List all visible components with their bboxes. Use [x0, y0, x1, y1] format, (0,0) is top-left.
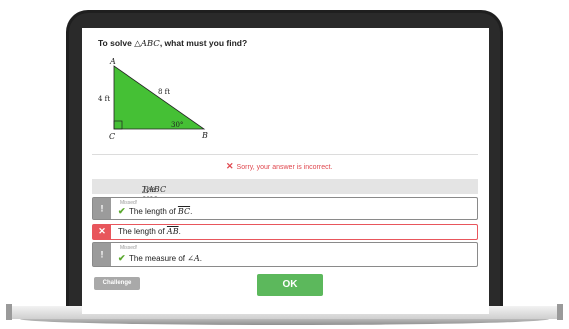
laptop-base-foot — [20, 319, 549, 325]
answer-option-bc-label: The length of BC. — [129, 207, 193, 216]
missed-flag: ! — [93, 198, 111, 219]
question-math: △ABC — [134, 39, 160, 49]
ok-button[interactable]: OK — [257, 274, 323, 296]
feedback-message: ✕ Sorry, your answer is incorrect. — [226, 161, 333, 172]
answer-option-area[interactable]: The area of △ABC. — [92, 179, 478, 212]
close-icon: ✕ — [226, 161, 234, 171]
feedback-text: Sorry, your answer is incorrect. — [236, 164, 333, 171]
check-icon: ✔ — [118, 206, 126, 216]
answer-option-angle-a[interactable]: ! Missed! ✔ The measure of ∠A. — [92, 242, 478, 267]
wrong-flag: ✕ — [93, 225, 111, 239]
screen: To solve △ABC, what must you find? A C B… — [82, 28, 489, 314]
laptop-base-edge-right — [557, 304, 563, 320]
vertex-c-label: C — [109, 132, 115, 141]
missed-flag: ! — [93, 243, 111, 266]
divider — [92, 154, 478, 155]
vertex-b-label: B — [201, 131, 208, 140]
question-suffix: , what must you find? — [159, 38, 248, 48]
answer-option-angle-a-label: The measure of ∠A. — [129, 254, 202, 263]
challenge-button[interactable]: Challenge — [94, 277, 140, 290]
check-icon: ✔ — [118, 253, 126, 263]
angle-b-label: 30° — [171, 121, 183, 129]
vertex-a-label: A — [109, 57, 116, 66]
triangle-figure: A C B 4 ft 8 ft 30° — [98, 57, 208, 141]
answer-option-ab[interactable]: ✕ The length of AB. — [92, 224, 478, 240]
laptop-base-edge-left — [6, 304, 12, 320]
missed-label: Missed! — [120, 245, 138, 251]
question-prefix: To solve — [98, 38, 135, 48]
answer-option-bc[interactable]: ! Missed! ✔ The length of BC. — [92, 197, 478, 220]
triangle-shape — [113, 65, 206, 130]
question-text: To solve △ABC, what must you find? — [98, 38, 247, 49]
side-ab-label: 8 ft — [158, 88, 170, 96]
side-ca-label: 4 ft — [98, 95, 110, 103]
answer-option-ab-label: The length of AB. — [118, 227, 181, 236]
